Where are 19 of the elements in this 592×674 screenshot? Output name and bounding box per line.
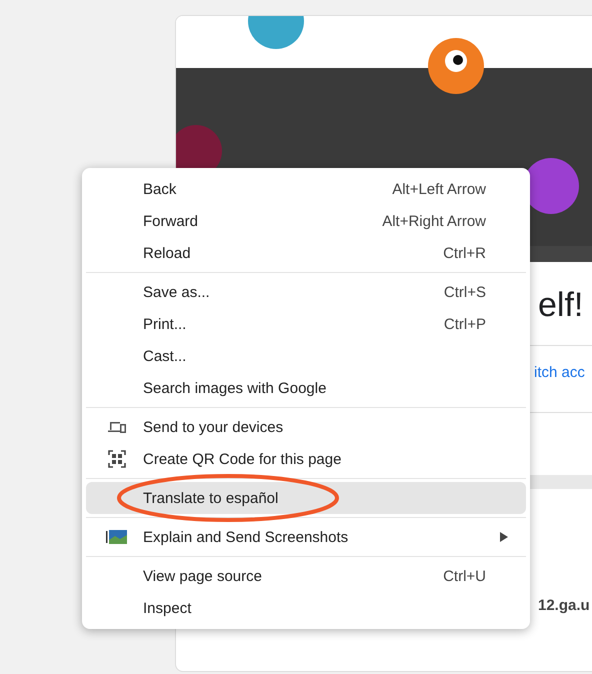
qr-code-icon — [108, 450, 126, 468]
menu-item[interactable]: Forward Alt+Right Arrow — [86, 205, 526, 237]
menu-item[interactable]: Search images with Google — [86, 372, 526, 404]
menu-item[interactable]: Explain and Send Screenshots — [86, 521, 526, 553]
screenshot-image-icon — [106, 529, 128, 545]
email-text: 12.ga.u — [538, 597, 590, 614]
devices-icon — [108, 420, 126, 434]
menu-item[interactable]: View page source Ctrl+U — [86, 560, 526, 592]
menu-item[interactable]: Print... Ctrl+P — [86, 308, 526, 340]
menu-item[interactable]: Inspect — [86, 592, 526, 624]
menu-item[interactable]: Reload Ctrl+R — [86, 237, 526, 269]
menu-item[interactable]: Send to your devices — [86, 411, 526, 443]
menu-item[interactable]: Translate to español — [86, 482, 526, 514]
menu-item[interactable]: Cast... — [86, 340, 526, 372]
menu-item[interactable]: Back Alt+Left Arrow — [86, 173, 526, 205]
form-heading: elf! — [538, 286, 584, 324]
switch-account-link[interactable]: itch acc — [534, 364, 585, 381]
menu-item[interactable]: Create QR Code for this page — [86, 443, 526, 475]
menu-item[interactable]: Save as... Ctrl+S — [86, 276, 526, 308]
